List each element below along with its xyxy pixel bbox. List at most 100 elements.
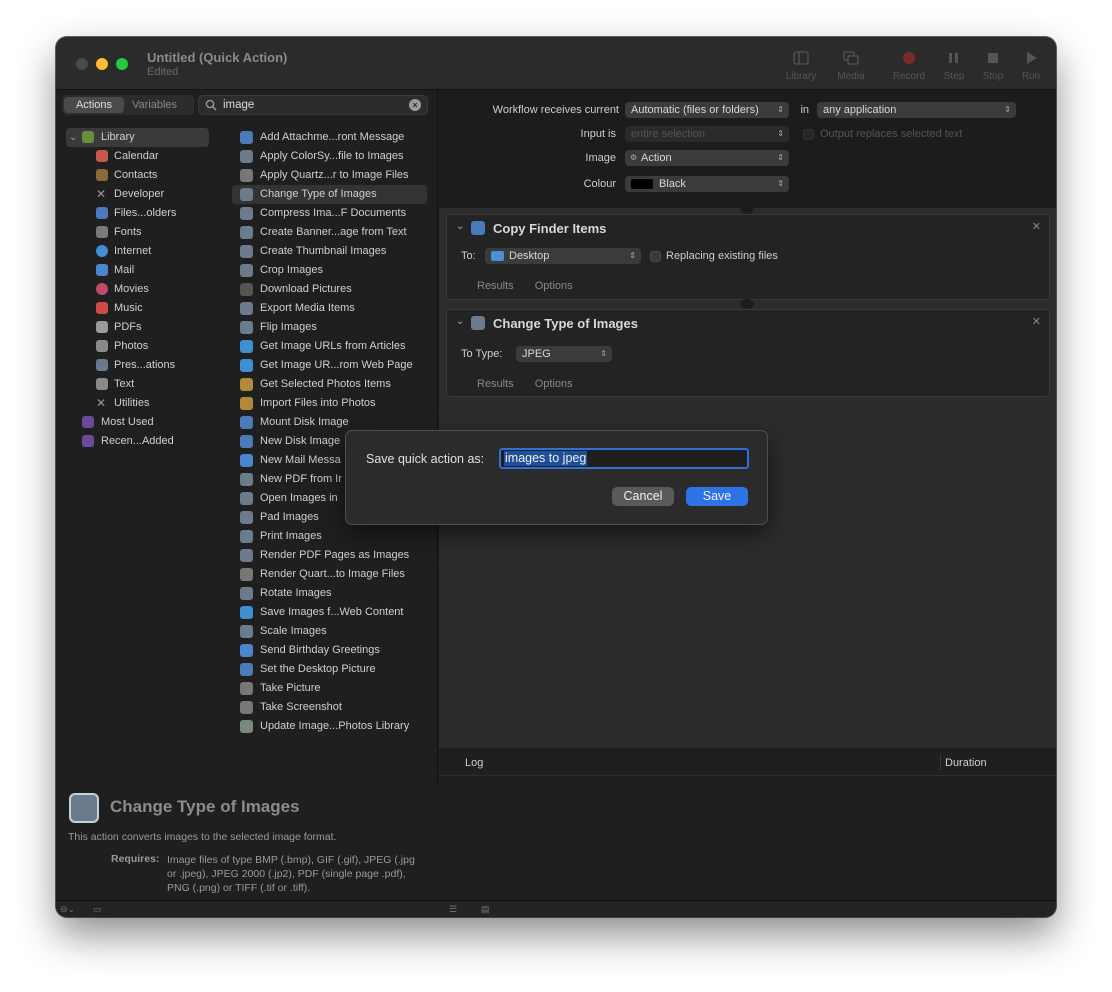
contacts-icon [96, 169, 108, 181]
action-list-item[interactable]: Flip Images [232, 318, 427, 337]
library-item-developer[interactable]: ✕ Developer [66, 185, 216, 204]
library-item-photos[interactable]: Photos [66, 337, 216, 356]
action-list-item[interactable]: Download Pictures [232, 280, 427, 299]
close-window-button[interactable] [76, 58, 88, 70]
chevron-down-icon[interactable]: ⌄ [456, 221, 464, 232]
library-root-item[interactable]: ⌄ Library [66, 128, 209, 147]
action-list-item[interactable]: Export Media Items [232, 299, 427, 318]
receives-popup[interactable]: Automatic (files or folders) ⇕ [625, 102, 789, 118]
action-icon [240, 511, 253, 524]
run-toolbar-button[interactable]: Run [1006, 51, 1056, 82]
colour-popup[interactable]: Black ⇕ [625, 176, 789, 192]
action-list-item[interactable]: Save Images f...Web Content [232, 603, 427, 622]
action-list-item[interactable]: Scale Images [232, 622, 427, 641]
output-replaces-checkbox [803, 129, 814, 140]
close-icon[interactable]: ✕ [1032, 315, 1041, 328]
library-toolbar-button[interactable]: Library [776, 51, 826, 82]
clear-search-icon[interactable]: × [409, 99, 421, 111]
options-tab[interactable]: Options [535, 280, 573, 292]
action-list-item[interactable]: Update Image...Photos Library [232, 717, 427, 736]
media-toolbar-button[interactable]: Media [826, 51, 876, 82]
action-list-item[interactable]: Change Type of Images [232, 185, 427, 204]
more-options-icon[interactable]: ⊖⌄ [60, 904, 75, 914]
action-icon [240, 264, 253, 277]
chevron-down-icon[interactable]: ⌄ [456, 316, 464, 327]
library-item-music[interactable]: Music [66, 299, 216, 318]
actions-tab[interactable]: Actions [64, 97, 124, 113]
action-list-item[interactable]: Render PDF Pages as Images [232, 546, 427, 565]
application-popup[interactable]: any application ⇕ [817, 102, 1016, 118]
library-item-mail[interactable]: Mail [66, 261, 216, 280]
action-list-item[interactable]: Import Files into Photos [232, 394, 427, 413]
description-toggle-icon[interactable]: ▭ [93, 904, 105, 914]
record-toolbar-button[interactable]: Record [884, 51, 934, 82]
library-item-calendar[interactable]: Calendar [66, 147, 216, 166]
action-list-item[interactable]: Get Image URLs from Articles [232, 337, 427, 356]
action-icon [240, 207, 253, 220]
action-icon [240, 682, 253, 695]
copy-finder-items-title: Copy Finder Items [493, 221, 607, 236]
action-list-item[interactable]: Get Selected Photos Items [232, 375, 427, 394]
library-item-label: Recen...Added [101, 435, 174, 447]
mail-icon [96, 264, 108, 276]
action-list-item[interactable]: Get Image UR...rom Web Page [232, 356, 427, 375]
options-tab[interactable]: Options [535, 378, 573, 390]
library-folder-icon [82, 131, 94, 143]
action-icon [240, 359, 253, 372]
log-column-header[interactable]: Log [465, 757, 483, 769]
cancel-button[interactable]: Cancel [612, 487, 674, 506]
log-view-icon[interactable]: ▤ [481, 904, 493, 914]
duration-column-header[interactable]: Duration [945, 757, 987, 769]
action-list-item[interactable]: Set the Desktop Picture [232, 660, 427, 679]
save-button[interactable]: Save [686, 487, 748, 506]
minimize-window-button[interactable] [96, 58, 108, 70]
action-list-item[interactable]: Take Picture [232, 679, 427, 698]
action-list-item[interactable]: Crop Images [232, 261, 427, 280]
action-list-item[interactable]: Apply Quartz...r to Image Files [232, 166, 427, 185]
library-item-internet[interactable]: Internet [66, 242, 216, 261]
library-item-files-folders[interactable]: Files...olders [66, 204, 216, 223]
library-item-contacts[interactable]: Contacts [66, 166, 216, 185]
zoom-window-button[interactable] [116, 58, 128, 70]
replacing-files-checkbox[interactable] [650, 251, 661, 262]
close-icon[interactable]: ✕ [1032, 220, 1041, 233]
action-list-item[interactable]: Create Thumbnail Images [232, 242, 427, 261]
library-root-label: Library [101, 131, 135, 143]
library-item-fonts[interactable]: Fonts [66, 223, 216, 242]
library-item-utilities[interactable]: ✕ Utilities [66, 394, 216, 413]
search-field[interactable]: image × [198, 95, 428, 115]
action-list-item-label: Take Screenshot [260, 701, 342, 713]
library-item-most-used[interactable]: Most Used [66, 413, 216, 432]
action-list-item[interactable]: Send Birthday Greetings [232, 641, 427, 660]
library-item-presentations[interactable]: Pres...ations [66, 356, 216, 375]
chevron-down-icon[interactable]: ⌄ [69, 128, 77, 147]
library-item-pdfs[interactable]: PDFs [66, 318, 216, 337]
library-item-text[interactable]: Text [66, 375, 216, 394]
action-list-item-label: Add Attachme...ront Message [260, 131, 405, 143]
action-list-item[interactable]: Rotate Images [232, 584, 427, 603]
library-item-recently-added[interactable]: Recen...Added [66, 432, 216, 451]
image-type-popup[interactable]: JPEG ⇕ [516, 346, 612, 362]
action-list-item-label: Apply ColorSy...file to Images [260, 150, 404, 162]
results-tab[interactable]: Results [477, 280, 514, 292]
action-list-item[interactable]: Apply ColorSy...file to Images [232, 147, 427, 166]
media-toolbar-label: Media [837, 71, 865, 82]
library-item-movies[interactable]: Movies [66, 280, 216, 299]
action-list-item[interactable]: Create Banner...age from Text [232, 223, 427, 242]
action-list-item[interactable]: Render Quart...to Image Files [232, 565, 427, 584]
image-popup[interactable]: ⚙ Action ⇕ [625, 150, 789, 166]
action-list-item[interactable]: Print Images [232, 527, 427, 546]
results-tab[interactable]: Results [477, 378, 514, 390]
quick-action-name-value[interactable]: images to jpeg [504, 451, 588, 466]
action-list-item[interactable]: Take Screenshot [232, 698, 427, 717]
action-list-item[interactable]: Add Attachme...ront Message [232, 128, 427, 147]
library-item-label: Mail [114, 264, 135, 276]
destination-popup[interactable]: Desktop ⇕ [485, 248, 641, 264]
list-view-icon[interactable]: ☰ [449, 904, 461, 914]
quick-action-name-field[interactable]: images to jpeg [499, 448, 749, 469]
action-list-item[interactable]: Compress Ima...F Documents [232, 204, 427, 223]
variables-tab[interactable]: Variables [132, 97, 192, 113]
search-input-value[interactable]: image [223, 98, 254, 112]
requires-text: Image files of type BMP (.bmp), GIF (.gi… [167, 854, 415, 894]
change-type-title: Change Type of Images [493, 316, 638, 331]
